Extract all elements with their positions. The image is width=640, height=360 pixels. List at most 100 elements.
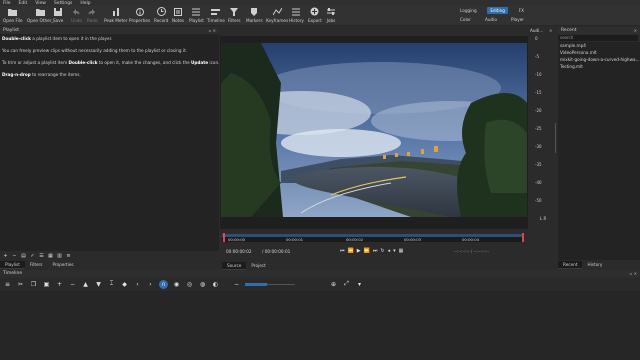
timeline-button[interactable]: Timeline xyxy=(207,7,225,25)
zoom-out-icon[interactable]: − xyxy=(232,280,241,289)
playlist-button[interactable]: Playlist xyxy=(189,7,204,25)
skip-previous-icon[interactable]: ⏮ xyxy=(340,248,345,254)
playlist-panel[interactable]: Double-click a playlist item to open it … xyxy=(0,34,219,251)
zoom-slider[interactable] xyxy=(245,282,295,286)
zoom-icon[interactable]: ▾ xyxy=(393,248,396,254)
tab-history[interactable]: History xyxy=(582,261,607,269)
layout-editing[interactable]: Editing xyxy=(487,7,508,14)
timeline-close-icon[interactable]: ▫ ✕ xyxy=(630,271,637,276)
export-icon xyxy=(310,7,320,16)
next-marker-icon[interactable]: › xyxy=(146,280,155,289)
viewer-tabs: Source Project xyxy=(222,262,271,270)
open-other-button[interactable]: Open Other_ xyxy=(27,7,54,25)
zoom-in-icon[interactable]: ⊕ xyxy=(329,280,338,289)
play-icon[interactable]: ▶ xyxy=(357,248,361,254)
jobs-button[interactable]: Jobs xyxy=(326,7,336,25)
previous-marker-icon[interactable]: ‹ xyxy=(133,280,142,289)
menu-settings[interactable]: Settings xyxy=(54,1,72,6)
recent-panel-title: Recent xyxy=(561,28,577,33)
overwrite-icon[interactable]: ▼ xyxy=(94,280,103,289)
timeline-tracks[interactable] xyxy=(0,291,640,360)
timeline-menu-icon[interactable]: ≡ xyxy=(3,280,12,289)
current-timecode[interactable]: 00:00:00:02 xyxy=(226,249,252,254)
properties-label: Properties xyxy=(129,18,151,23)
recent-close-icon[interactable]: ✕ xyxy=(634,28,637,33)
loop-icon[interactable]: ↻ xyxy=(380,248,384,254)
layout-audio[interactable]: Audio xyxy=(482,16,500,23)
detail-view-icon[interactable]: ▦ xyxy=(47,253,54,260)
notes-button[interactable]: Notes xyxy=(172,7,184,25)
save-button[interactable]: Save xyxy=(53,7,63,25)
icon-view-icon[interactable]: ▥ xyxy=(56,253,63,260)
scrub-bar[interactable]: 00:00:00 00:00:01 00:00:02 00:00:03 00:0… xyxy=(222,233,524,242)
remove-icon[interactable]: − xyxy=(11,253,18,260)
record-button[interactable]: Record xyxy=(154,7,168,25)
ripple-icon[interactable]: ◎ xyxy=(185,280,194,289)
skip-next-icon[interactable]: ⏭ xyxy=(373,248,378,254)
layout-color[interactable]: Color xyxy=(457,16,474,23)
grid-icon[interactable]: ▦ xyxy=(399,248,404,254)
audio-meter-panel: Audi... ✕ 0 -5 -10 -15 -20 -25 -30 -35 -… xyxy=(528,27,556,257)
filters-button[interactable]: Filters xyxy=(228,7,241,25)
zoom-fit-icon[interactable]: ⤢ xyxy=(342,280,351,289)
lift-icon[interactable]: ▲ xyxy=(81,280,90,289)
append-icon[interactable]: + xyxy=(55,280,64,289)
recent-item[interactable]: mixkit-going-down-a-curved-highwa... xyxy=(558,56,640,63)
panel-close-icon[interactable]: ▫ ✕ xyxy=(209,28,216,33)
ripple-markers-icon[interactable]: ◐ xyxy=(211,280,220,289)
redo-button[interactable]: Redo xyxy=(87,7,98,25)
splitter-handle[interactable] xyxy=(555,123,556,153)
list-view-icon[interactable]: ☰ xyxy=(38,253,45,260)
tab-project[interactable]: Project xyxy=(246,262,270,270)
recent-search-input[interactable]: search xyxy=(558,35,638,41)
properties-icon xyxy=(135,7,145,16)
add-icon[interactable]: + xyxy=(2,253,9,260)
recent-item[interactable]: Testing.mlt xyxy=(558,63,640,70)
layout-fx[interactable]: FX xyxy=(516,7,527,14)
video-frame xyxy=(221,43,527,217)
update-icon[interactable]: ▤ xyxy=(20,253,27,260)
undo-button[interactable]: Undo xyxy=(71,7,82,25)
tab-filters[interactable]: Filters xyxy=(25,261,48,269)
check-icon[interactable]: ✓ xyxy=(29,253,36,260)
snap-icon[interactable]: ∩ xyxy=(159,279,168,289)
tab-playlist[interactable]: Playlist xyxy=(0,261,25,269)
properties-button[interactable]: Properties xyxy=(129,7,150,25)
open-file-button[interactable]: Open File xyxy=(3,7,23,25)
peak-meter-button[interactable]: Peak Meter xyxy=(104,7,127,25)
recent-item[interactable]: sample.mp4 xyxy=(558,42,640,49)
paste-icon[interactable]: ▣ xyxy=(42,280,51,289)
ripple-all-icon[interactable]: ◍ xyxy=(198,280,207,289)
export-label: Export xyxy=(308,18,322,23)
volume-icon[interactable]: ◂ xyxy=(388,248,391,254)
export-button[interactable]: Export xyxy=(308,7,322,25)
marker-icon[interactable]: ◆ xyxy=(120,280,129,289)
scrub-audio-icon[interactable]: ◉ xyxy=(172,280,181,289)
in-out-timecode: --:--:--:-- / --:--:--:-- xyxy=(454,249,490,254)
tab-properties[interactable]: Properties xyxy=(47,261,78,269)
tab-source[interactable]: Source xyxy=(222,262,247,270)
menu-icon[interactable]: ≡ xyxy=(65,253,72,260)
fast-forward-icon[interactable]: ⏩ xyxy=(364,248,370,254)
menu-file[interactable]: File xyxy=(3,1,11,6)
keyframes-button[interactable]: Keyframes xyxy=(266,7,288,25)
remove-icon[interactable]: − xyxy=(68,280,77,289)
playhead-end[interactable] xyxy=(522,233,524,242)
tab-recent[interactable]: Recent xyxy=(558,261,583,269)
playhead-start[interactable] xyxy=(223,233,225,242)
layout-player[interactable]: Player xyxy=(508,16,527,23)
history-button[interactable]: History xyxy=(289,7,304,25)
markers-button[interactable]: Markers xyxy=(246,7,263,25)
timeline-options-icon[interactable]: ▾ xyxy=(355,280,364,289)
cut-icon[interactable]: ✂ xyxy=(16,280,25,289)
menu-help[interactable]: Help xyxy=(80,1,90,6)
menu-view[interactable]: View xyxy=(35,1,46,6)
copy-icon[interactable]: ❐ xyxy=(29,280,38,289)
recent-item[interactable]: VideoPersona.mlt xyxy=(558,49,640,56)
meter-tick: -50 xyxy=(535,198,542,203)
menu-edit[interactable]: Edit xyxy=(19,1,28,6)
split-icon[interactable]: ⌶ xyxy=(107,280,116,289)
rewind-icon[interactable]: ⏪ xyxy=(348,248,354,254)
layout-logging[interactable]: Logging xyxy=(457,7,480,14)
meter-close-icon[interactable]: ✕ xyxy=(549,28,552,33)
